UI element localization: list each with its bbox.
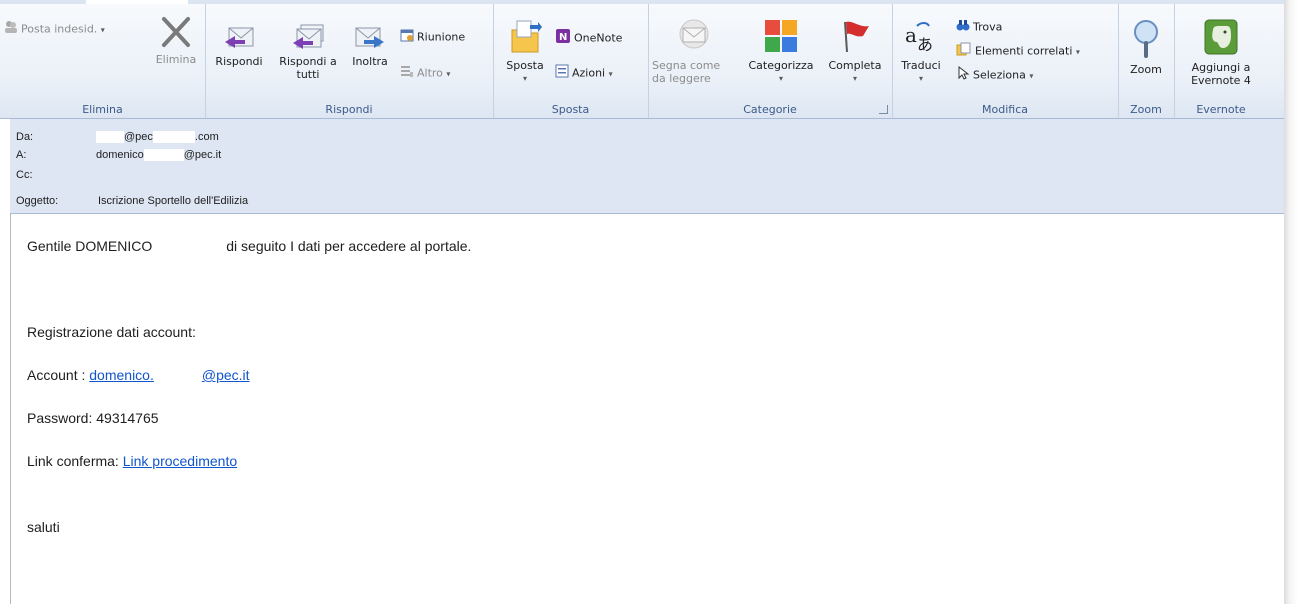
to-row: A: domenico @pec.it [16,147,221,163]
translate-button[interactable]: aあ Traduci ▾ [898,20,944,85]
reply-all-envelope-icon [278,22,338,53]
translate-icon: aあ [898,20,944,57]
account-email-link[interactable]: domenico. @pec.it [89,367,249,383]
closing-line: saluti [27,519,60,535]
from-address-domain: .com [194,131,219,143]
forward-envelope-icon [345,22,395,53]
categorize-button[interactable]: Categorizza ▾ [740,18,822,85]
group-label-evernote: Evernote [1196,103,1246,116]
forward-button[interactable]: Inoltra [345,22,395,68]
delete-button[interactable]: Elimina [150,16,202,66]
magnifier-icon [1122,18,1170,61]
meeting-button[interactable]: Riunione [400,28,465,44]
from-label: Da: [16,131,34,143]
actions-list-icon [555,64,569,83]
svg-text:あ: あ [917,35,933,54]
from-row: Da: @pec .com [16,129,219,145]
group-elimina: Posta indesid. ▾ Elimina Elimina [0,4,206,118]
evernote-elephant-icon [1178,18,1264,59]
cc-label: Cc: [16,169,33,181]
confirm-link-line: Link conferma: Link procedimento [27,453,237,469]
related-items-button[interactable]: Elementi correlati ▾ [956,42,1080,58]
svg-text:N: N [559,32,567,43]
subject-row: Oggetto: Iscrizione Sportello dell'Ediliz… [16,193,248,209]
reply-all-button[interactable]: Rispondi a tutti [278,22,338,81]
group-label-zoom: Zoom [1130,103,1162,116]
move-button[interactable]: Sposta ▾ [499,18,551,85]
related-items-icon [956,42,972,61]
group-label-categorie: Categorie [743,103,797,116]
group-zoom: Zoom Zoom [1118,4,1175,118]
message-header: Da: @pec .com A: domenico @pec.it Cc: Oggett… [10,119,1284,214]
followup-button[interactable]: Completa ▾ [822,18,888,85]
reply-envelope-icon [213,22,265,53]
group-label-sposta: Sposta [551,103,590,116]
cursor-arrow-icon [956,65,970,85]
to-label: A: [16,149,27,161]
find-button[interactable]: Trova [956,18,1002,34]
categorize-squares-icon [740,18,822,57]
binoculars-icon [956,18,970,37]
greeting-text: di seguito I dati per accedere al portal… [226,238,472,254]
from-address-part: @pec [124,131,153,143]
group-modifica: aあ Traduci ▾ Trova Elementi correlati ▾ … [892,4,1119,118]
move-folder-icon [499,18,551,57]
reply-button[interactable]: Rispondi [213,22,265,68]
svg-text:a: a [905,23,917,47]
more-options-icon [400,64,414,83]
greeting-name: Gentile DOMENICO [27,238,153,254]
junk-people-icon [4,20,18,39]
to-address-part: domenico [96,149,144,161]
group-label-rispondi: Rispondi [325,103,373,116]
to-address-domain: @pec.it [183,149,222,161]
procedure-link[interactable]: Link procedimento [123,453,237,469]
followup-flag-icon [822,18,888,57]
meeting-calendar-icon [400,28,414,47]
unread-envelope-icon [652,18,736,57]
group-label-modifica: Modifica [982,103,1028,116]
subject-label: Oggetto: [16,195,59,207]
select-button[interactable]: Seleziona ▾ [956,65,1033,85]
message-body[interactable]: Gentile DOMENICO di seguito I dati per ac… [10,214,1285,604]
delete-x-icon [150,16,202,51]
zoom-button[interactable]: Zoom [1122,18,1170,76]
group-sposta: Sposta ▾ N OneNote Azioni ▾ Sposta [493,4,649,118]
ribbon: Posta indesid. ▾ Elimina Elimina Rispond… [0,0,1284,119]
junk-button[interactable]: Posta indesid. ▾ [4,20,105,36]
redacted-block [143,149,184,162]
onenote-button[interactable]: N OneNote [555,28,622,45]
group-categorie: Segna come da leggere Categorizza ▾ Comp… [648,4,893,118]
cc-row: Cc: [16,167,96,183]
account-line: Account : domenico. @pec.it [27,367,250,383]
redacted-block [152,131,195,144]
group-rispondi: Rispondi Rispondi a tutti Inoltra Riunio… [205,4,494,118]
mark-unread-button[interactable]: Segna come da leggere [652,18,736,85]
group-label-elimina: Elimina [82,103,123,116]
add-to-evernote-button[interactable]: Aggiungi a Evernote 4 [1178,18,1264,87]
subject-text: Iscrizione Sportello dell'Edilizia [98,195,249,207]
registration-line: Registrazione dati account: [27,324,196,340]
actions-button[interactable]: Azioni ▾ [555,64,613,80]
greeting-line: Gentile DOMENICO di seguito I dati per ac… [27,238,471,254]
redacted-block [96,131,124,144]
window-edge-shadow [1284,0,1298,604]
confirm-link-label: Link conferma: [27,453,119,469]
password-line: Password: 49314765 [27,410,159,426]
more-button[interactable]: Altro ▾ [400,64,450,80]
onenote-icon: N [555,28,571,49]
account-label: Account : [27,367,86,383]
group-evernote: Aggiungi a Evernote 4 Evernote [1174,4,1268,118]
